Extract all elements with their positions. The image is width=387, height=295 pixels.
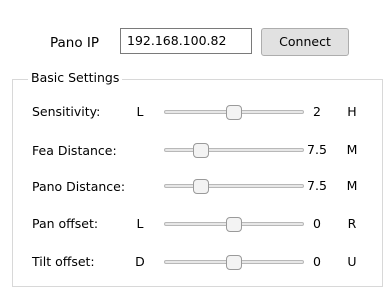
- tilt-offset-slider-thumb[interactable]: [226, 255, 242, 270]
- pan-offset-max-label: R: [347, 216, 357, 231]
- sensitivity-value: 2: [313, 104, 321, 119]
- pano-distance-max-label: M: [346, 178, 358, 193]
- fea-distance-slider-thumb[interactable]: [192, 143, 209, 158]
- pano-distance-value: 7.5: [307, 178, 327, 193]
- sensitivity-slider-thumb[interactable]: [226, 105, 242, 120]
- fea-distance-label: Fea Distance:: [32, 143, 117, 158]
- fea-distance-value: 7.5: [307, 142, 327, 157]
- fea-distance-slider-track[interactable]: [164, 148, 304, 152]
- fea-distance-max-label: M: [346, 142, 358, 157]
- pan-offset-label: Pan offset:: [32, 216, 99, 231]
- pano-ip-input[interactable]: 192.168.100.82: [120, 28, 252, 54]
- pan-offset-slider-thumb[interactable]: [226, 217, 242, 232]
- pano-distance-label: Pano Distance:: [32, 179, 126, 194]
- pano-ip-label: Pano IP: [50, 35, 100, 51]
- connect-button[interactable]: Connect: [261, 28, 349, 56]
- tilt-offset-min-label: D: [135, 254, 145, 269]
- basic-settings-title: Basic Settings: [28, 70, 123, 86]
- sensitivity-max-label: H: [347, 104, 357, 119]
- pano-distance-slider-thumb[interactable]: [192, 179, 209, 194]
- tilt-offset-label: Tilt offset:: [32, 254, 95, 269]
- tilt-offset-value: 0: [313, 254, 321, 269]
- pan-offset-value: 0: [313, 216, 321, 231]
- pano-distance-slider-track[interactable]: [164, 184, 304, 188]
- pan-offset-min-label: L: [136, 216, 144, 231]
- tilt-offset-max-label: U: [347, 254, 357, 269]
- sensitivity-label: Sensitivity:: [32, 104, 101, 119]
- sensitivity-min-label: L: [136, 104, 144, 119]
